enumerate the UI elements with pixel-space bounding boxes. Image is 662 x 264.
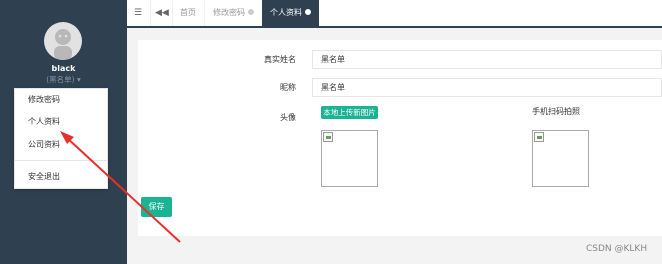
sidebar: black (黑名单) ▾ 修改密码 个人资料 公司资料 安全退出 <box>0 0 127 264</box>
tab-separator <box>172 0 173 26</box>
nickname-label: 昵称 <box>280 83 296 92</box>
real-name-input[interactable]: 黑名单 <box>312 50 662 69</box>
tab-separator <box>150 0 151 26</box>
menu-item-profile[interactable]: 个人资料 <box>28 116 60 128</box>
user-dropdown-menu: 修改密码 个人资料 公司资料 安全退出 <box>14 88 108 189</box>
user-role-toggle[interactable]: (黑名单) ▾ <box>0 74 127 85</box>
tab-close-icon[interactable] <box>248 8 254 15</box>
nickname-input[interactable]: 黑名单 <box>312 78 662 97</box>
menu-item-company[interactable]: 公司资料 <box>28 139 60 151</box>
tab-bar: ☰ ◀◀ 首页 修改密码 个人资料 <box>127 0 662 28</box>
menu-toggle-icon[interactable]: ☰ <box>132 7 144 19</box>
upload-local-image-button[interactable]: 本地上传新图片 <box>321 106 378 119</box>
real-name-label: 真实姓名 <box>264 55 296 64</box>
qr-scan-label: 手机扫码拍照 <box>532 107 580 116</box>
avatar-preview-qr[interactable] <box>532 130 589 187</box>
user-role: (黑名单) <box>46 75 75 84</box>
user-name: black <box>51 64 76 73</box>
watermark: CSDN @KLKH <box>586 244 648 254</box>
menu-item-change-password[interactable]: 修改密码 <box>28 94 60 106</box>
menu-divider <box>15 160 107 161</box>
avatar-preview-local[interactable] <box>321 130 378 187</box>
broken-image-icon <box>534 132 544 142</box>
tab-separator <box>204 0 205 26</box>
tab-label: 修改密码 <box>213 8 245 17</box>
save-button[interactable]: 保存 <box>141 197 172 217</box>
tab-label: 个人资料 <box>270 8 302 17</box>
avatar-face-icon <box>54 29 72 60</box>
tab-close-icon[interactable] <box>305 8 311 15</box>
user-avatar[interactable] <box>44 22 82 60</box>
broken-image-icon <box>323 132 333 142</box>
tab-profile[interactable]: 个人资料 <box>262 0 319 26</box>
caret-down-icon: ▾ <box>76 75 81 84</box>
profile-form: 真实姓名 黑名单 昵称 黑名单 头像 本地上传新图片 手机扫码拍照 保存 <box>138 40 662 236</box>
tab-home[interactable]: 首页 <box>180 0 196 26</box>
avatar-label: 头像 <box>280 113 296 122</box>
scroll-left-icon[interactable]: ◀◀ <box>155 7 169 19</box>
tab-label: 首页 <box>180 8 196 17</box>
menu-item-logout[interactable]: 安全退出 <box>28 171 60 183</box>
tab-change-password[interactable]: 修改密码 <box>213 0 254 26</box>
